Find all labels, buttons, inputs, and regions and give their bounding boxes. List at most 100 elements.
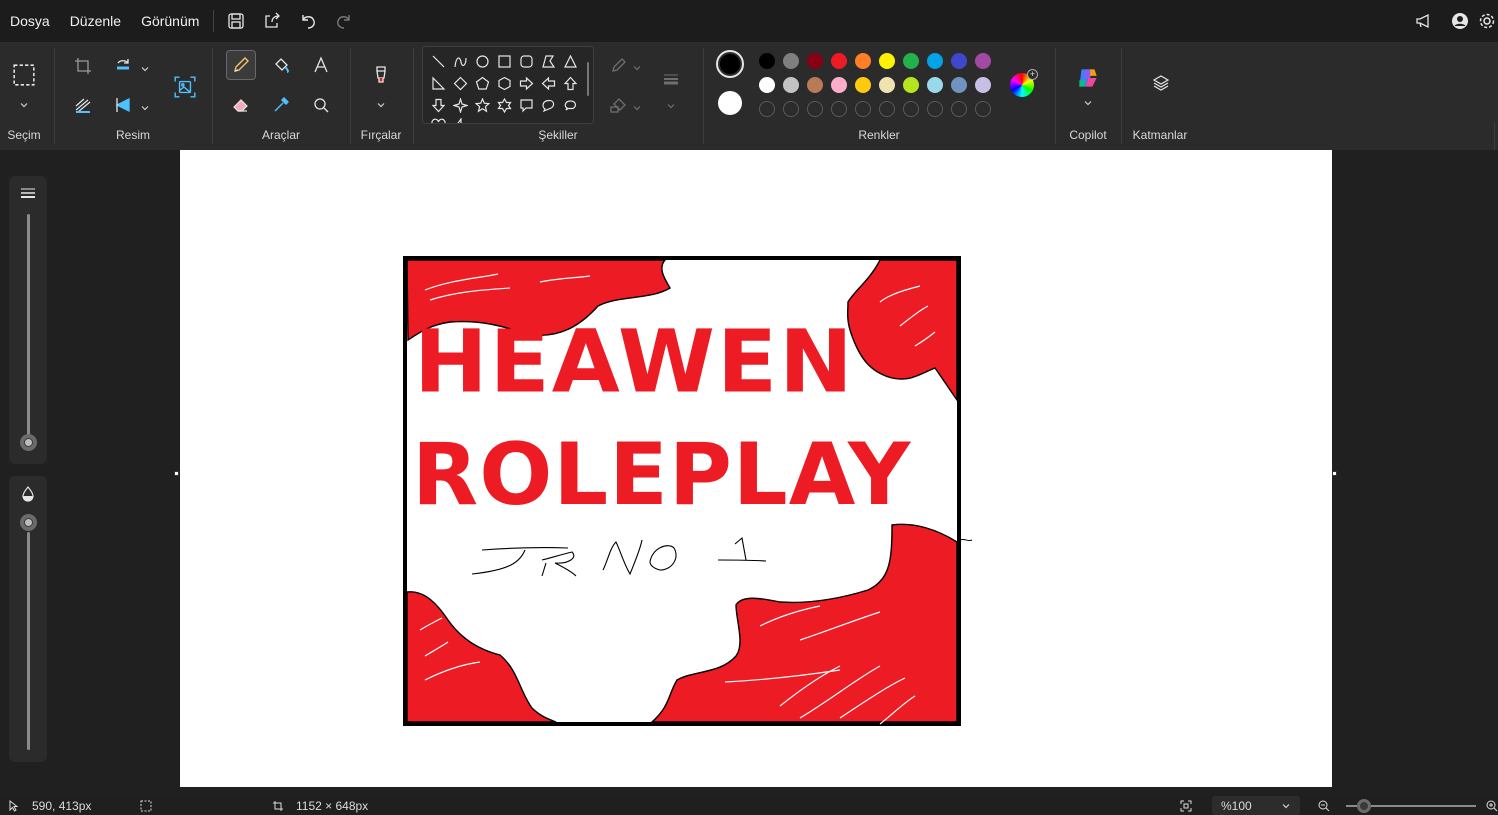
flip-icon[interactable] (108, 90, 138, 120)
rotate-icon[interactable] (108, 51, 138, 81)
menu-file[interactable]: Dosya (0, 0, 60, 42)
canvas-resize-handle-right[interactable] (1332, 471, 1337, 476)
image-creator-icon[interactable] (168, 70, 202, 104)
text-icon[interactable] (306, 50, 336, 80)
color-swatch[interactable] (759, 53, 775, 69)
feedback-icon[interactable] (1406, 0, 1442, 42)
tools-label: Araçlar (261, 128, 300, 142)
zoom-in-icon[interactable] (1486, 798, 1498, 813)
brush-icon[interactable] (366, 60, 396, 90)
color-swatch[interactable] (831, 77, 847, 93)
fill-icon[interactable] (266, 50, 296, 80)
color-swatch[interactable] (759, 77, 775, 93)
size-slider-panel (9, 176, 47, 464)
color-picker-icon[interactable] (266, 90, 296, 120)
color-swatch[interactable] (975, 53, 991, 69)
chevron-down-icon[interactable] (140, 61, 150, 72)
custom-color-slot[interactable] (831, 101, 847, 117)
opacity-drop-icon (21, 486, 35, 502)
selection-group: Seçim (0, 42, 48, 150)
share-icon[interactable] (254, 0, 290, 42)
color-swatch[interactable] (783, 77, 799, 93)
shapes-group: Şekiller (414, 42, 702, 150)
chevron-down-icon (1282, 803, 1290, 808)
primary-color-swatch[interactable] (716, 50, 744, 78)
cursor-icon (9, 799, 19, 812)
canvas-size-text: 1152 × 648px (296, 798, 369, 813)
colors-group: + Renkler (704, 42, 1054, 150)
edit-colors-icon[interactable]: + (1010, 69, 1038, 97)
drawing-canvas[interactable]: HEAWEN ROLEPLAY (180, 150, 1332, 787)
size-slider-thumb[interactable] (20, 434, 37, 451)
custom-color-slot[interactable] (759, 101, 775, 117)
custom-color-slot[interactable] (951, 101, 967, 117)
color-swatch[interactable] (855, 77, 871, 93)
color-swatch[interactable] (951, 77, 967, 93)
crop-icon[interactable] (68, 51, 98, 81)
pencil-icon[interactable] (226, 50, 256, 80)
color-swatch[interactable] (783, 53, 799, 69)
opacity-slider-thumb[interactable] (20, 514, 37, 531)
chevron-down-icon[interactable] (376, 97, 386, 108)
copilot-icon[interactable] (1072, 62, 1104, 94)
color-swatch[interactable] (975, 77, 991, 93)
copilot-group: Copilot (1058, 42, 1118, 150)
ribbon: Seçim Resim Araçlar Fırçalar Şekiller + … (0, 42, 1498, 162)
magnifier-icon[interactable] (306, 90, 336, 120)
tools-group: Araçlar (214, 42, 348, 150)
custom-color-slot[interactable] (807, 101, 823, 117)
fit-to-window-icon[interactable] (1180, 798, 1192, 813)
menu-view[interactable]: Görünüm (131, 0, 209, 42)
custom-color-slot[interactable] (879, 101, 895, 117)
redo-icon[interactable] (326, 0, 362, 42)
custom-color-slot[interactable] (903, 101, 919, 117)
chevron-down-icon[interactable] (19, 97, 29, 108)
color-swatch[interactable] (927, 77, 943, 93)
color-swatch[interactable] (903, 77, 919, 93)
chevron-down-icon[interactable] (140, 100, 150, 111)
settings-icon[interactable] (1478, 0, 1498, 42)
secondary-color-swatch[interactable] (718, 91, 742, 115)
layers-icon[interactable] (1146, 68, 1176, 98)
drawing-title-line2: ROLEPLAY (412, 425, 912, 525)
resize-icon[interactable] (68, 90, 98, 120)
color-swatch[interactable] (927, 53, 943, 69)
zoom-value: %100 (1221, 798, 1252, 813)
selection-label: Seçim (7, 128, 41, 142)
zoom-select[interactable]: %100 (1212, 796, 1300, 815)
opacity-slider-track[interactable] (27, 532, 30, 750)
account-icon[interactable] (1442, 0, 1478, 42)
custom-color-slot[interactable] (783, 101, 799, 117)
selection-tool[interactable] (10, 60, 38, 90)
color-swatch[interactable] (879, 53, 895, 69)
size-slider-track[interactable] (27, 214, 30, 436)
zoom-out-icon[interactable] (1318, 798, 1330, 813)
color-swatch[interactable] (879, 77, 895, 93)
status-bar: 590, 413px 1152 × 648px %100 (0, 796, 1498, 815)
colors-label: Renkler (858, 128, 900, 142)
custom-color-slot[interactable] (855, 101, 871, 117)
color-swatch[interactable] (831, 53, 847, 69)
canvas-resize-handle-left[interactable] (174, 471, 179, 476)
color-swatch[interactable] (807, 77, 823, 93)
custom-color-slot[interactable] (927, 101, 943, 117)
menu-bar: Dosya Düzenle Görünüm (0, 0, 1498, 42)
color-swatch[interactable] (951, 53, 967, 69)
brushes-label: Fırçalar (360, 128, 402, 142)
cursor-position: 590, 413px (8, 798, 91, 813)
zoom-slider-thumb[interactable] (1357, 799, 1371, 813)
color-swatch[interactable] (807, 53, 823, 69)
image-label: Resim (115, 128, 150, 142)
custom-color-slot[interactable] (975, 101, 991, 117)
eraser-icon[interactable] (226, 90, 256, 120)
image-group: Resim (56, 42, 210, 150)
chevron-down-icon[interactable] (1083, 95, 1093, 106)
canvas-size-icon (273, 800, 283, 811)
menu-edit[interactable]: Düzenle (60, 0, 131, 42)
color-swatch[interactable] (855, 53, 871, 69)
color-swatch[interactable] (903, 53, 919, 69)
canvas-size: 1152 × 648px (272, 798, 368, 813)
save-icon[interactable] (218, 0, 254, 42)
shapes-label: Şekiller (538, 128, 578, 142)
undo-icon[interactable] (290, 0, 326, 42)
